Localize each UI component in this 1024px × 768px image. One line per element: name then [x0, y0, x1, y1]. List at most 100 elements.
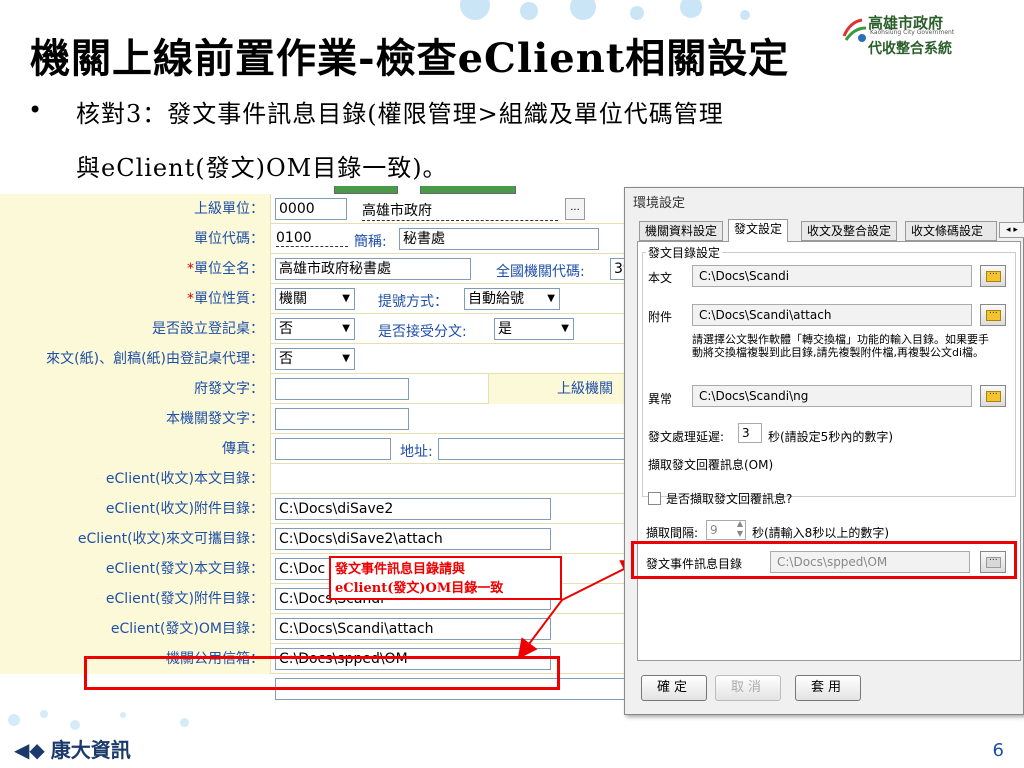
- dialog-tabs: 機關資料設定 發文設定 收文及整合設定 收文條碼設定 ◂ ▸: [639, 219, 1024, 242]
- bullet-text-line1: 核對3：發文事件訊息目錄(權限管理>組織及單位代碼管理: [76, 100, 724, 128]
- logo-line3: 代收整合系統: [868, 41, 952, 57]
- body-folder-button[interactable]: [980, 265, 1006, 287]
- fetch-interval-input[interactable]: 9 ▲ ▼: [706, 519, 746, 540]
- chevron-down-icon: ▼: [547, 293, 555, 304]
- form-row-label: *單位全名：: [0, 254, 271, 284]
- form-row-label: eClient(發文)附件目錄：: [0, 584, 271, 614]
- event-dir-highlight: [631, 541, 1017, 579]
- form-row-label: eClient(收文)來文可攜目錄：: [0, 524, 271, 554]
- body-label: 本文: [648, 271, 673, 285]
- registry-desk-select[interactable]: 否 ▼: [275, 318, 355, 340]
- registry-desk-value: 否 ▼ 是否接受分文: 是 ▼: [272, 314, 640, 344]
- fax-input[interactable]: [275, 438, 391, 460]
- form-row-label-text: 本機關發文字：: [166, 411, 264, 427]
- send-attach-dir-input[interactable]: C:\Docs\Scandi\attach: [275, 618, 551, 640]
- form-row-label-text: eClient(收文)附件目錄：: [105, 501, 264, 517]
- address-label: 地址:: [400, 444, 433, 460]
- slide-title: 機關上線前置作業-檢查eClient相關設定: [30, 35, 790, 82]
- fax-value: 地址:: [272, 434, 640, 464]
- nature-select-value: 機關: [279, 291, 307, 307]
- fetch-interval-value: 9: [710, 523, 718, 537]
- form-row-label-text: 上級單位：: [194, 201, 264, 217]
- page-number: 6: [992, 740, 1004, 761]
- tab-scroll-arrows[interactable]: ◂ ▸: [999, 222, 1024, 238]
- tab-barcode-settings[interactable]: 收文條碼設定: [905, 221, 997, 241]
- required-marker: *: [187, 291, 194, 307]
- fetch-group-title: 擷取發文回覆訊息(OM): [646, 456, 776, 473]
- brand-logo-icon: ◀◆: [14, 738, 45, 762]
- full-name-input[interactable]: 高雄市政府秘書處: [275, 258, 471, 280]
- parent-pick-button[interactable]: ...: [565, 198, 585, 220]
- form-row-label: 來文(紙)、創稿(紙)由登記桌代理：: [0, 344, 271, 374]
- attach-dir-input[interactable]: C:\Docs\Scandi\attach: [692, 304, 972, 326]
- form-row-label: eClient(發文)OM目錄：: [0, 614, 271, 644]
- own-doc-word-input[interactable]: [275, 408, 409, 430]
- unit-code: 0100: [276, 230, 348, 247]
- form-row-label: 上級單位：: [0, 194, 271, 224]
- recv-attach-dir-value: C:\Docs\diSave2\attach: [272, 524, 640, 554]
- form-top-button-1[interactable]: [334, 186, 398, 194]
- tab-agency-settings[interactable]: 機關資料設定: [639, 221, 724, 241]
- error-dir-input[interactable]: C:\Docs\Scandi\ng: [692, 385, 972, 407]
- form-top-button-2[interactable]: [420, 186, 516, 194]
- form-row-label-text: eClient(收文)來文可攜目錄：: [77, 531, 264, 547]
- form-row-label-text: eClient(發文)本文目錄：: [105, 561, 264, 577]
- recv-body-dir-value: C:\Docs\diSave2: [272, 494, 640, 524]
- chevron-down-icon: ▼: [342, 293, 350, 304]
- tab-receive-settings[interactable]: 收文及整合設定: [801, 221, 898, 241]
- send-attach-dir-value: C:\Docs\Scandi\attach: [272, 614, 640, 644]
- nature-select[interactable]: 機關 ▼: [275, 288, 355, 310]
- ok-button[interactable]: 確定: [641, 675, 707, 701]
- om-row-highlight: [84, 656, 560, 690]
- full-name-value: 高雄市政府秘書處 全國機關代碼: 39: [272, 254, 640, 284]
- form-row-label: *單位性質：: [0, 284, 271, 314]
- numbering-select[interactable]: 自動給號 ▼: [464, 288, 560, 310]
- attach-folder-button[interactable]: [980, 304, 1006, 326]
- chevron-down-icon: ▼: [342, 323, 350, 334]
- spinner-arrows-icon[interactable]: ▲ ▼: [737, 519, 743, 539]
- delay-input[interactable]: 3: [738, 423, 762, 443]
- form-row-label-text: 傳真：: [222, 441, 264, 457]
- footer-brand-text: 康大資訊: [50, 738, 131, 762]
- fetch-checkbox[interactable]: [648, 492, 661, 505]
- address-input[interactable]: [438, 438, 640, 460]
- form-row-label: 本機關發文字：: [0, 404, 271, 434]
- form-row-label-text: 單位性質：: [194, 291, 264, 307]
- short-name-input[interactable]: 秘書處: [399, 228, 599, 250]
- form-row-label-text: eClient(發文)OM目錄：: [110, 621, 264, 637]
- parent-code-input[interactable]: 0000: [275, 198, 347, 220]
- kaohsiung-logo-icon: [842, 18, 867, 42]
- callout-line2: eClient(發文)OM目錄一致: [335, 581, 504, 596]
- proxy-value: 否 ▼: [272, 344, 640, 374]
- apply-button[interactable]: 套用: [795, 675, 861, 701]
- dir-note: 請選擇公文製作軟體「轉交換檔」功能的輸入目錄。如果要手動將交換檔複製到此目錄,請…: [692, 333, 989, 359]
- form-row-label-text: eClient(收文)本文目錄：: [105, 471, 264, 487]
- environment-settings-dialog: 環境設定 機關資料設定 發文設定 收文及整合設定 收文條碼設定 ◂ ▸ 發文目錄…: [624, 187, 1024, 715]
- accept-dispatch-select[interactable]: 是 ▼: [494, 318, 574, 340]
- form-row-label: 是否設立登記桌：: [0, 314, 271, 344]
- tab-dispatch-settings[interactable]: 發文設定: [728, 219, 789, 242]
- accept-dispatch-select-value: 是: [498, 321, 512, 337]
- parent-unit-value: 0000 高雄市政府 ...: [272, 194, 640, 224]
- form-row-label-text: 是否設立登記桌：: [152, 321, 264, 337]
- form-row-label: 單位代碼：: [0, 224, 271, 254]
- cancel-button[interactable]: 取消: [715, 675, 781, 701]
- unit-form: 上級單位： 單位代碼： *單位全名： *單位性質： 是否設立登記桌： 來文(紙)、創稿(紙…: [0, 194, 640, 716]
- proxy-select[interactable]: 否 ▼: [275, 348, 355, 370]
- folder-icon: [986, 387, 1001, 402]
- error-folder-button[interactable]: [980, 385, 1006, 407]
- callout-note: 發文事件訊息目錄請與 eClient(發文)OM目錄一致: [329, 556, 562, 600]
- form-row-label: 傳真：: [0, 434, 271, 464]
- short-name-label: 簡稱:: [354, 234, 387, 250]
- numbering-label: 提號方式：: [378, 294, 448, 310]
- form-row: eClient(收文)本文目錄：: [0, 464, 640, 494]
- gov-doc-word-input[interactable]: [275, 378, 409, 400]
- dialog-title: 環境設定: [633, 196, 686, 211]
- recv-body-dir-input[interactable]: C:\Docs\diSave2: [275, 498, 551, 520]
- logo-line2: Kaohsiung City Government: [870, 29, 955, 36]
- form-row-label-text: 府發文字：: [194, 381, 264, 397]
- recv-attach-dir-input[interactable]: C:\Docs\diSave2\attach: [275, 528, 551, 550]
- form-top-buttons: [324, 186, 524, 194]
- body-dir-input[interactable]: C:\Docs\Scandi: [692, 265, 972, 287]
- bullet-dot: •: [28, 96, 43, 124]
